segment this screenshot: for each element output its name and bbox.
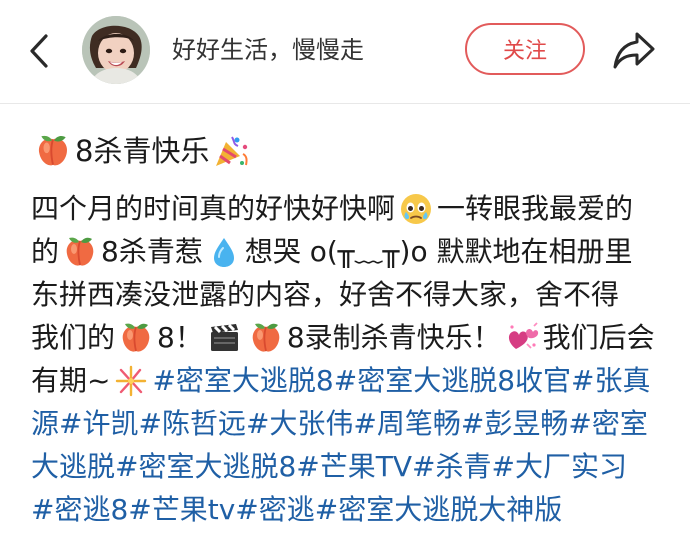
hashtag-link[interactable]: #张真 (571, 359, 650, 402)
hashtag-link[interactable]: #密室大逃脱8收官 (334, 359, 571, 402)
post-text: 四个月的时间真的好快好快啊 (31, 192, 396, 225)
chevron-left-icon (30, 34, 48, 68)
peach-icon (62, 234, 98, 270)
username[interactable]: 好好生活，慢慢走 (172, 33, 364, 67)
post-text: 东拼西凑没泄露的内容，好舍不得大家，舍不得 (31, 278, 620, 311)
hashtag-link[interactable]: #密室大逃脱大神版 (315, 488, 562, 531)
hashtag-link[interactable]: #周笔畅 (353, 402, 460, 445)
hashtag-link[interactable]: #密室大逃脱8 (115, 445, 296, 488)
teary-face-icon (398, 191, 434, 227)
post-text: 的 (31, 235, 60, 268)
post-text: 一转眼我最爱的 (437, 192, 634, 225)
post-body: 四个月的时间真的好快好快啊 一转眼我最爱的的 8杀青惹 想哭 o(╥﹏╥)o 默默地… (31, 187, 666, 531)
post-text: 8！ (157, 321, 203, 354)
share-button[interactable] (610, 28, 658, 72)
follow-button[interactable]: 关注 (465, 23, 585, 75)
post-body-line: 有期~ #密室大逃脱8 #密室大逃脱8收官 #张真 (31, 359, 666, 402)
hashtag-link[interactable]: #陈哲远 (138, 402, 245, 445)
hearts-icon (504, 320, 540, 356)
post-body-line: #密逃8 #芒果tv #密逃 #密室大逃脱大神版 (31, 488, 666, 531)
hashtag-link[interactable]: 源 (31, 402, 59, 445)
post-body-line: 大逃脱 #密室大逃脱8 #芒果TV #杀青 #大厂实习 (31, 445, 666, 488)
hashtag-link[interactable]: #密室 (568, 402, 647, 445)
post-text: 8录制杀青快乐！ (286, 321, 501, 354)
hashtag-link[interactable]: #杀青 (412, 445, 491, 488)
post-body-line: 源 #许凯 #陈哲远 #大张伟 #周笔畅 #彭昱畅 #密室 (31, 402, 666, 445)
peach-icon (248, 320, 284, 356)
hashtag-link[interactable]: #密逃 (235, 488, 314, 531)
hashtag-link[interactable]: #彭昱畅 (461, 402, 568, 445)
hashtag-link[interactable]: 大逃脱 (31, 445, 115, 488)
peach-icon (118, 320, 154, 356)
post-header: 好好生活，慢慢走 关注 (0, 0, 690, 103)
back-button[interactable] (24, 30, 54, 72)
post-body-line: 四个月的时间真的好快好快啊 一转眼我最爱的 (31, 187, 666, 230)
clapperboard-icon (206, 320, 242, 356)
post-text: 我们的 (31, 321, 116, 354)
droplet-icon (206, 234, 242, 270)
hashtag-link[interactable]: #大张伟 (246, 402, 353, 445)
post-text: 8杀青惹 (101, 235, 203, 268)
firework-icon (113, 363, 149, 399)
party-popper-icon (212, 132, 250, 170)
post-body-line: 的 8杀青惹 想哭 o(╥﹏╥)o 默默地在相册里 (31, 230, 666, 273)
hashtag-link[interactable]: #芒果TV (296, 445, 412, 488)
post-body-line: 东拼西凑没泄露的内容，好舍不得大家，舍不得 (31, 273, 666, 316)
post-detail-page: 好好生活，慢慢走 关注 8杀青快乐 四个月的时间真的好快好快啊 一转眼我最爱的的 8… (0, 0, 690, 540)
hashtag-link[interactable]: #密逃8 (31, 488, 128, 531)
post-text: 我们后会 (542, 321, 655, 354)
avatar[interactable] (82, 16, 150, 84)
post-title: 8杀青快乐 (31, 131, 253, 171)
hashtag-link[interactable]: #密室大逃脱8 (152, 359, 333, 402)
post-body-line: 我们的 8！ 8录制杀青快乐！ 我们后会 (31, 316, 666, 359)
hashtag-link[interactable]: #芒果tv (128, 488, 235, 531)
post-text: 有期~ (31, 364, 111, 397)
post-text: 想哭 o(╥﹏╥)o 默默地在相册里 (244, 235, 633, 268)
header-divider (0, 103, 690, 104)
hashtag-link[interactable]: #大厂实习 (492, 445, 627, 488)
peach-icon (34, 132, 72, 170)
hashtag-link[interactable]: #许凯 (59, 402, 138, 445)
share-icon (613, 32, 655, 69)
post-title-text: 8杀青快乐 (75, 134, 210, 168)
